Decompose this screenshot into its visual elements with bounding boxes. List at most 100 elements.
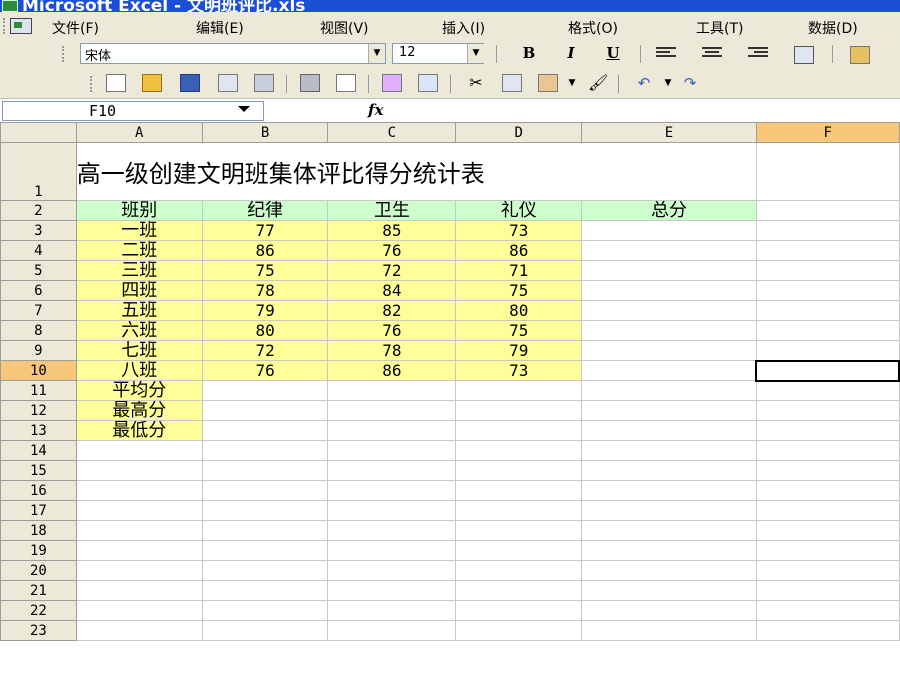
cell[interactable] xyxy=(201,400,329,421)
cell[interactable] xyxy=(581,560,757,581)
align-center-icon[interactable] xyxy=(702,47,722,61)
cell[interactable] xyxy=(581,580,757,601)
cell[interactable] xyxy=(455,580,583,601)
row-header[interactable]: 3 xyxy=(0,220,77,241)
class-cell[interactable]: 二班 xyxy=(75,240,203,261)
etiquette-cell[interactable]: 79 xyxy=(455,340,583,361)
spelling-icon[interactable] xyxy=(382,74,402,92)
total-cell[interactable] xyxy=(581,240,757,261)
class-cell[interactable]: 四班 xyxy=(75,280,203,301)
cell[interactable] xyxy=(201,460,329,481)
undo-dropdown-icon[interactable]: ▼ xyxy=(658,74,678,92)
cell[interactable] xyxy=(581,460,757,481)
cell[interactable] xyxy=(755,420,900,441)
cell[interactable] xyxy=(581,420,757,441)
cell[interactable] xyxy=(327,400,457,421)
total-cell[interactable] xyxy=(581,320,757,341)
cell[interactable] xyxy=(455,380,583,401)
stat-label-max[interactable]: 最高分 xyxy=(75,400,203,421)
column-header-a[interactable]: A xyxy=(75,122,203,143)
row-header[interactable]: 14 xyxy=(0,440,77,461)
cell[interactable] xyxy=(201,520,329,541)
row-header[interactable]: 18 xyxy=(0,520,77,541)
cell[interactable] xyxy=(201,580,329,601)
name-box[interactable]: F10 xyxy=(2,101,264,121)
discipline-cell[interactable]: 76 xyxy=(201,360,329,381)
selected-cell-f10[interactable] xyxy=(755,359,900,382)
row-header[interactable]: 21 xyxy=(0,580,77,601)
row-header[interactable]: 9 xyxy=(0,340,77,361)
cell[interactable] xyxy=(755,620,900,641)
open-folder-icon[interactable] xyxy=(142,74,162,92)
discipline-cell[interactable]: 86 xyxy=(201,240,329,261)
row-header[interactable]: 13 xyxy=(0,420,77,441)
cell[interactable] xyxy=(75,600,203,621)
new-document-icon[interactable] xyxy=(106,74,126,92)
etiquette-cell[interactable]: 75 xyxy=(455,280,583,301)
research-icon[interactable] xyxy=(418,74,438,92)
paste-dropdown-icon[interactable]: ▼ xyxy=(562,74,582,92)
menu-view[interactable]: 视图(V) xyxy=(320,18,369,38)
insert-function-icon[interactable]: fx xyxy=(368,101,383,119)
hygiene-cell[interactable]: 86 xyxy=(327,360,457,381)
font-name-box[interactable]: 宋体 xyxy=(80,43,386,64)
cell[interactable] xyxy=(327,420,457,441)
cell[interactable] xyxy=(455,440,583,461)
bold-button[interactable]: B xyxy=(518,44,540,64)
cell[interactable] xyxy=(201,420,329,441)
cell[interactable] xyxy=(755,280,900,301)
menu-insert[interactable]: 插入(I) xyxy=(442,18,485,38)
cell[interactable] xyxy=(581,600,757,621)
cell[interactable] xyxy=(755,220,900,241)
cell[interactable] xyxy=(75,520,203,541)
cell[interactable] xyxy=(75,620,203,641)
row-header[interactable]: 11 xyxy=(0,380,77,401)
row-header[interactable]: 5 xyxy=(0,260,77,281)
cell[interactable] xyxy=(755,480,900,501)
column-header-f[interactable]: F xyxy=(755,122,900,143)
toolbar-grip[interactable] xyxy=(90,76,96,92)
print-icon[interactable] xyxy=(300,74,320,92)
cell[interactable] xyxy=(327,440,457,461)
cell[interactable] xyxy=(755,460,900,481)
cell[interactable] xyxy=(755,300,900,321)
hygiene-cell[interactable]: 85 xyxy=(327,220,457,241)
total-cell[interactable] xyxy=(581,220,757,241)
column-header-e[interactable]: E xyxy=(581,122,757,143)
paste-icon[interactable] xyxy=(538,74,558,92)
toolbar-grip[interactable] xyxy=(3,18,9,34)
formula-input[interactable] xyxy=(400,101,900,121)
cut-icon[interactable]: ✂ xyxy=(466,74,486,92)
header-cell-discipline[interactable]: 纪律 xyxy=(201,200,329,221)
row-header[interactable]: 8 xyxy=(0,320,77,341)
cell[interactable] xyxy=(327,560,457,581)
row-header[interactable]: 20 xyxy=(0,560,77,581)
cell[interactable] xyxy=(581,540,757,561)
cell[interactable] xyxy=(581,500,757,521)
row-header-active[interactable]: 10 xyxy=(0,360,77,381)
etiquette-cell[interactable]: 73 xyxy=(455,220,583,241)
format-painter-icon[interactable]: 🖌 xyxy=(588,74,608,92)
total-cell[interactable] xyxy=(581,360,757,381)
class-cell[interactable]: 八班 xyxy=(75,360,203,381)
discipline-cell[interactable]: 78 xyxy=(201,280,329,301)
italic-button[interactable]: I xyxy=(560,44,582,64)
align-right-icon[interactable] xyxy=(748,47,768,61)
row-header[interactable]: 4 xyxy=(0,240,77,261)
cell[interactable] xyxy=(455,540,583,561)
cell[interactable] xyxy=(201,380,329,401)
copy-icon[interactable] xyxy=(502,74,522,92)
menu-file[interactable]: 文件(F) xyxy=(52,18,99,38)
cell[interactable] xyxy=(327,620,457,641)
workbook-icon[interactable] xyxy=(10,18,32,34)
row-header[interactable]: 7 xyxy=(0,300,77,321)
sheet-title-cell[interactable]: 高一级创建文明班集体评比得分统计表 xyxy=(75,142,757,201)
cell[interactable] xyxy=(581,380,757,401)
cell[interactable] xyxy=(755,240,900,261)
cell[interactable] xyxy=(581,480,757,501)
cell[interactable] xyxy=(755,380,900,401)
column-header-d[interactable]: D xyxy=(455,122,583,143)
menu-edit[interactable]: 编辑(E) xyxy=(196,18,244,38)
discipline-cell[interactable]: 75 xyxy=(201,260,329,281)
cell[interactable] xyxy=(755,400,900,421)
